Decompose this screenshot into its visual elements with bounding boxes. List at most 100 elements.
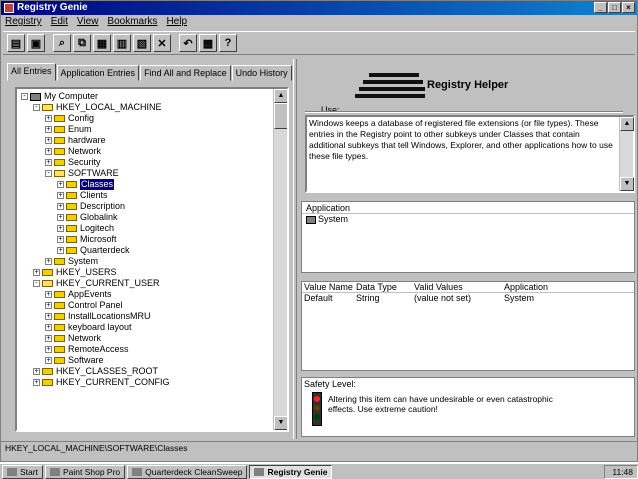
tree-node[interactable]: + Quarterdeck [21, 245, 271, 256]
tree-node[interactable]: + Classes [21, 179, 271, 190]
expand-icon[interactable]: + [45, 258, 52, 265]
expand-icon[interactable]: + [45, 115, 52, 122]
open-icon[interactable]: ▤ [7, 34, 25, 52]
col-data-type[interactable]: Data Type [356, 282, 414, 292]
collapse-icon[interactable]: - [21, 93, 28, 100]
tree-node[interactable]: + Microsoft [21, 234, 271, 245]
folder-icon [42, 368, 53, 375]
tree-node[interactable]: + Network [21, 146, 271, 157]
find-icon[interactable]: ⌕ [53, 34, 71, 52]
delete-icon[interactable]: ✕ [153, 34, 171, 52]
expand-icon[interactable]: + [45, 291, 52, 298]
expand-icon[interactable]: + [57, 214, 64, 221]
bookmark-icon[interactable]: ▩ [199, 34, 217, 52]
tree-node[interactable]: + Logitech [21, 223, 271, 234]
tab-application-entries[interactable]: Application Entries [56, 65, 140, 81]
application-row[interactable]: System [302, 214, 634, 225]
collapse-icon[interactable]: - [33, 280, 40, 287]
tree-node[interactable]: + keyboard layout [21, 322, 271, 333]
desc-scroll-up-icon[interactable]: ▲ [620, 117, 634, 131]
expand-icon[interactable]: + [45, 159, 52, 166]
tree-node[interactable]: + hardware [21, 135, 271, 146]
expand-icon[interactable]: + [57, 225, 64, 232]
tree-node[interactable]: + Software [21, 355, 271, 366]
scroll-thumb[interactable] [274, 103, 287, 129]
task-cleansweep[interactable]: Quarterdeck CleanSweep [127, 464, 248, 479]
tree-node[interactable]: + AppEvents [21, 289, 271, 300]
traffic-light-icon [312, 392, 322, 426]
tree-node[interactable]: + Security [21, 157, 271, 168]
paste-icon[interactable]: ▥ [113, 34, 131, 52]
tree-node[interactable]: + Clients [21, 190, 271, 201]
tree-node[interactable]: - SOFTWARE [21, 168, 271, 179]
expand-icon[interactable]: + [45, 137, 52, 144]
menu-edit[interactable]: Edit [51, 15, 68, 29]
minimize-button[interactable]: _ [594, 2, 607, 13]
expand-icon[interactable]: + [45, 302, 52, 309]
task-label: Quarterdeck CleanSweep [145, 466, 243, 477]
col-value-name[interactable]: Value Name [302, 282, 356, 292]
task-paint-shop-pro[interactable]: Paint Shop Pro [44, 464, 126, 479]
description-scrollbar[interactable]: ▲ ▼ [619, 117, 634, 191]
tree-node[interactable]: + Description [21, 201, 271, 212]
menu-bookmarks[interactable]: Bookmarks [107, 15, 157, 29]
tree-node[interactable]: + Globalink [21, 212, 271, 223]
tree-node[interactable]: + Config [21, 113, 271, 124]
expand-icon[interactable]: + [57, 203, 64, 210]
tree-node[interactable]: - HKEY_LOCAL_MACHINE [21, 102, 271, 113]
expand-icon[interactable]: + [45, 357, 52, 364]
menu-view[interactable]: View [77, 15, 99, 29]
tree-node[interactable]: - HKEY_CURRENT_USER [21, 278, 271, 289]
scroll-up-icon[interactable]: ▲ [274, 89, 287, 103]
expand-icon[interactable]: + [57, 181, 64, 188]
desc-scroll-down-icon[interactable]: ▼ [620, 177, 634, 191]
scroll-down-icon[interactable]: ▼ [274, 416, 287, 430]
undo-icon[interactable]: ↶ [179, 34, 197, 52]
tree-node[interactable]: + HKEY_CURRENT_CONFIG [21, 377, 271, 388]
expand-icon[interactable]: + [45, 335, 52, 342]
task-registry-genie[interactable]: Registry Genie [249, 464, 333, 479]
close-button[interactable]: × [622, 2, 635, 13]
tree-node[interactable]: + Enum [21, 124, 271, 135]
save-icon[interactable]: ▣ [27, 34, 45, 52]
expand-icon[interactable]: + [33, 368, 40, 375]
help-icon[interactable]: ? [219, 34, 237, 52]
expand-icon[interactable]: + [45, 126, 52, 133]
expand-icon[interactable]: + [45, 148, 52, 155]
start-button[interactable]: Start [2, 464, 43, 479]
tab-all-entries[interactable]: All Entries [7, 63, 56, 81]
expand-icon[interactable]: + [45, 324, 52, 331]
expand-icon[interactable]: + [57, 247, 64, 254]
tree-node[interactable]: + RemoteAccess [21, 344, 271, 355]
table-row[interactable]: Default String (value not set) System [302, 293, 634, 304]
collapse-icon[interactable]: - [33, 104, 40, 111]
tree-node[interactable]: + HKEY_USERS [21, 267, 271, 278]
menu-help[interactable]: Help [166, 15, 187, 29]
expand-icon[interactable]: + [33, 379, 40, 386]
tree-node[interactable]: - My Computer [21, 91, 271, 102]
properties-icon[interactable]: ▧ [133, 34, 151, 52]
collapse-icon[interactable]: - [45, 170, 52, 177]
expand-icon[interactable]: + [57, 192, 64, 199]
menu-registry[interactable]: Registry [5, 15, 42, 29]
tree-node[interactable]: + Control Panel [21, 300, 271, 311]
tree-scrollbar[interactable]: ▲ ▼ [273, 89, 287, 430]
tab-undo-history[interactable]: Undo History [231, 65, 292, 81]
col-application[interactable]: Application [504, 282, 574, 292]
tab-find-all-and-replace[interactable]: Find All and Replace [140, 65, 231, 81]
maximize-button[interactable]: □ [608, 2, 621, 13]
registry-tree[interactable]: - My Computer - HKEY_LOCAL_MACHINE + Config + E… [15, 87, 289, 432]
cut-icon[interactable]: ▦ [93, 34, 111, 52]
expand-icon[interactable]: + [33, 269, 40, 276]
expand-icon[interactable]: + [57, 236, 64, 243]
tree-node[interactable]: + HKEY_CLASSES_ROOT [21, 366, 271, 377]
expand-icon[interactable]: + [45, 313, 52, 320]
tree-node[interactable]: + Network [21, 333, 271, 344]
col-valid-values[interactable]: Valid Values [414, 282, 504, 292]
copy-icon[interactable]: ⧉ [73, 34, 91, 52]
tree-node[interactable]: + System [21, 256, 271, 267]
expand-icon[interactable]: + [45, 346, 52, 353]
tree-node[interactable]: + InstallLocationsMRU [21, 311, 271, 322]
tree-node-label: HKEY_CLASSES_ROOT [56, 366, 159, 376]
clock[interactable]: 11:48 [612, 467, 633, 477]
